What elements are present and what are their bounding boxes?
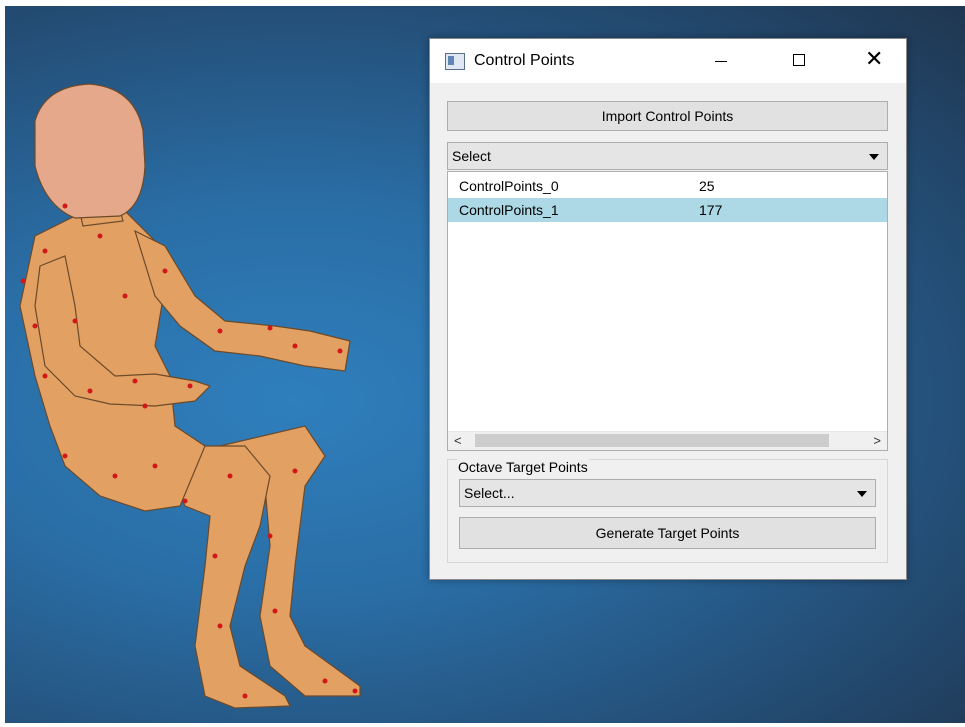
- window-title: Control Points: [474, 52, 575, 69]
- close-button[interactable]: ✕: [851, 39, 897, 83]
- group-label: Octave Target Points: [457, 459, 589, 475]
- target-select-value: Select...: [464, 485, 515, 501]
- import-control-points-button[interactable]: Import Control Points: [447, 101, 888, 131]
- scrollbar-thumb[interactable]: [475, 434, 829, 447]
- set-count: 177: [699, 202, 723, 218]
- octave-target-select[interactable]: Select...: [459, 479, 876, 507]
- generate-target-points-button[interactable]: Generate Target Points: [459, 517, 876, 549]
- close-icon: ✕: [865, 46, 884, 71]
- set-name: ControlPoints_0: [459, 178, 559, 194]
- scroll-left-icon[interactable]: <: [454, 433, 462, 448]
- set-name: ControlPoints_1: [459, 202, 559, 218]
- maximize-button[interactable]: [776, 39, 822, 83]
- title-bar[interactable]: Control Points ✕: [430, 39, 906, 83]
- set-count: 25: [699, 178, 715, 194]
- control-points-select[interactable]: Select: [447, 142, 888, 170]
- minimize-icon: [715, 61, 727, 62]
- dropdown-arrow-icon: [857, 491, 867, 497]
- control-points-dialog: Control Points ✕ Import Control Points S…: [429, 38, 907, 580]
- app-window-icon: [445, 53, 465, 70]
- scroll-right-icon[interactable]: >: [873, 433, 881, 448]
- control-points-list[interactable]: ControlPoints_0 25 ControlPoints_1 177 <…: [447, 171, 888, 451]
- select-value: Select: [452, 148, 491, 164]
- dropdown-arrow-icon: [869, 154, 879, 160]
- maximize-icon: [793, 54, 805, 66]
- list-item-selected[interactable]: ControlPoints_1 177: [448, 198, 887, 222]
- list-item[interactable]: ControlPoints_0 25: [448, 174, 887, 198]
- minimize-button[interactable]: [698, 39, 744, 83]
- horizontal-scrollbar[interactable]: < >: [448, 431, 887, 450]
